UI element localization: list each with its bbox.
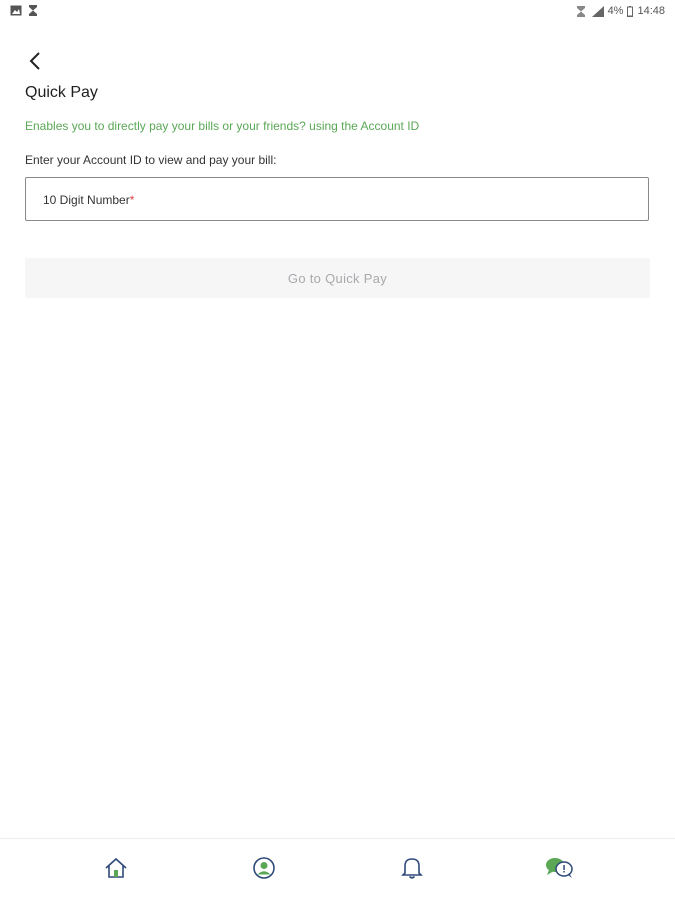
bottom-nav <box>0 838 675 901</box>
battery-icon <box>627 5 634 17</box>
hourglass-icon <box>28 5 40 16</box>
account-id-label: Enter your Account ID to view and pay yo… <box>25 153 277 167</box>
profile-icon <box>252 856 276 885</box>
back-button[interactable] <box>22 50 48 76</box>
go-to-quick-pay-button[interactable]: Go to Quick Pay <box>25 258 650 298</box>
image-icon <box>10 5 22 16</box>
status-bar: 4% 14:48 <box>0 0 675 22</box>
bell-icon <box>401 856 423 885</box>
page-subtitle: Enables you to directly pay your bills o… <box>25 119 420 133</box>
signal-icon <box>591 5 604 17</box>
nav-profile[interactable] <box>249 855 279 885</box>
battery-percent: 4% <box>607 5 624 17</box>
required-mark: * <box>129 193 135 207</box>
alarm-icon <box>576 5 588 17</box>
page-title: Quick Pay <box>25 84 98 101</box>
account-id-input[interactable]: 10 Digit Number* <box>25 177 649 221</box>
status-left <box>10 5 40 16</box>
status-time: 14:48 <box>637 5 665 17</box>
status-right: 4% 14:48 <box>576 5 665 17</box>
account-id-placeholder: 10 Digit Number* <box>43 193 134 207</box>
chat-support-icon <box>545 856 575 885</box>
home-icon <box>104 857 128 884</box>
nav-notifications[interactable] <box>397 855 427 885</box>
nav-home[interactable] <box>101 855 131 885</box>
chevron-left-icon <box>28 51 42 76</box>
placeholder-text: 10 Digit Number <box>43 193 130 207</box>
nav-support[interactable] <box>545 855 575 885</box>
